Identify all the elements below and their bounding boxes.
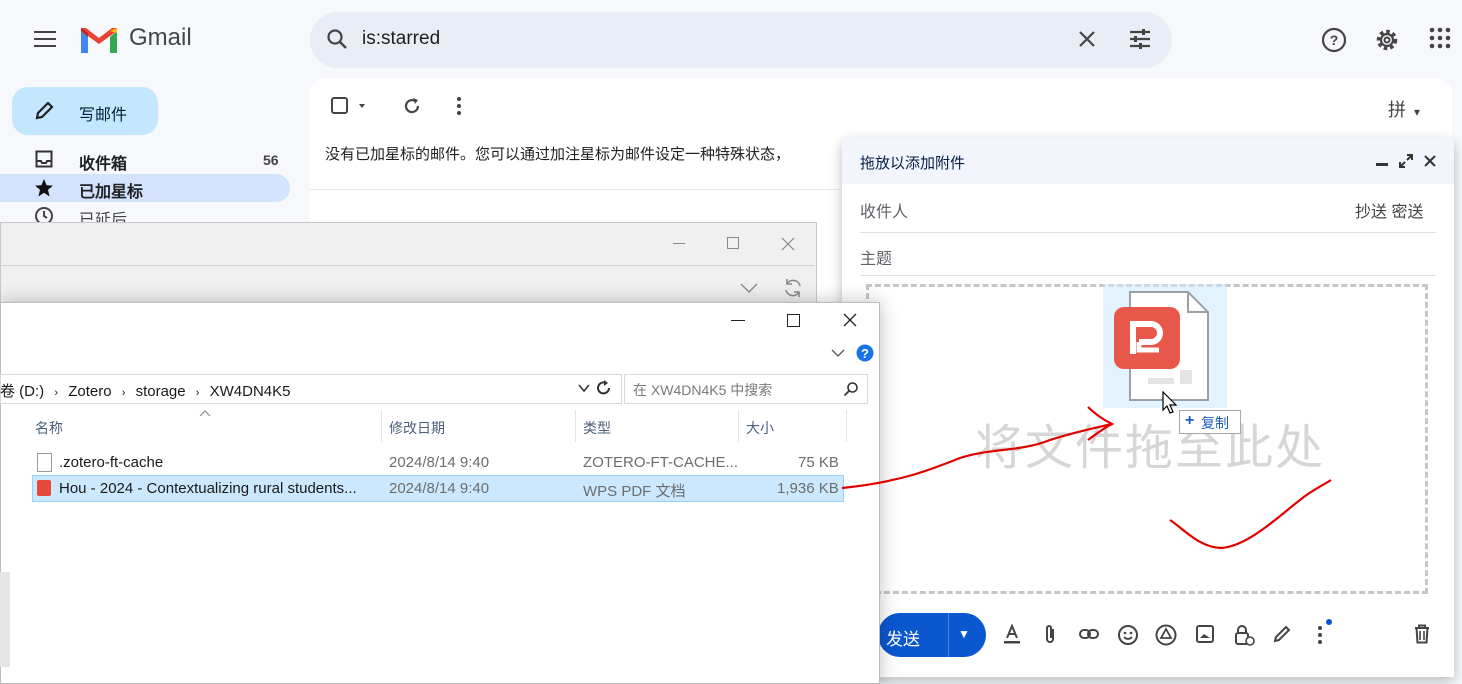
trash-icon[interactable] [1413,624,1431,644]
help-icon[interactable]: ? [1321,27,1347,53]
refresh-icon[interactable] [402,96,422,116]
dropzone-label: 将文件拖至此处 [975,422,1326,475]
search-options-icon[interactable] [1128,27,1152,51]
help-icon[interactable]: ? [856,344,874,362]
divider [860,232,1436,233]
minimize-icon[interactable] [673,243,685,244]
close-icon[interactable] [781,237,795,251]
attach-icon[interactable] [1042,624,1058,646]
link-icon[interactable] [1078,624,1100,644]
confidential-mode-icon[interactable] [1233,624,1255,646]
gmail-logo [81,28,117,53]
minimize-icon[interactable] [731,320,745,321]
breadcrumb-separator-icon: › [195,387,200,399]
divider [860,275,1436,276]
breadcrumb-separator-icon: › [121,387,126,399]
to-field-label[interactable]: 收件人 [860,198,908,222]
breadcrumb-separator-icon: › [54,387,59,399]
search-placeholder: 在 XW4DN4K5 中搜索 [633,382,773,398]
compose-label: 写邮件 [79,107,128,124]
svg-text:?: ? [861,346,869,361]
signature-icon[interactable] [1272,624,1292,644]
input-method-indicator[interactable]: 拼 ▾ [1388,96,1420,122]
search-icon[interactable] [843,381,859,397]
divider [738,410,739,442]
divider [0,265,815,266]
more-options-icon[interactable] [1313,618,1333,646]
refresh-icon[interactable] [782,276,804,300]
file-name[interactable]: .zotero-ft-cache [59,454,163,471]
wps-pdf-icon [1114,307,1180,369]
select-checkbox-icon[interactable] [331,96,369,116]
settings-icon[interactable] [1374,27,1400,53]
unread-count: 56 [263,152,279,168]
more-options-icon[interactable] [452,96,466,116]
compose-title: 拖放以添加附件 [860,155,966,172]
scrollbar[interactable] [0,572,10,667]
fullscreen-icon[interactable] [1398,153,1414,169]
pencil-icon [35,101,54,120]
breadcrumb-zotero[interactable]: Zotero [68,383,111,400]
breadcrumb[interactable]: 卷 (D:) › Zotero › storage › XW4DN4K5 [0,380,290,401]
apps-icon[interactable] [1429,27,1451,49]
file-date: 2024/8/14 9:40 [389,480,490,497]
sidebar-item-label: 已加星标 [79,184,144,201]
send-options-icon[interactable]: ▼ [958,627,970,641]
photo-icon[interactable] [1195,624,1215,644]
file-type: ZOTERO-FT-CACHE... [583,454,738,471]
svg-text:?: ? [1330,32,1339,48]
breadcrumb-storage[interactable]: storage [136,383,186,400]
file-size: 1,936 KB [777,480,839,497]
cc-bcc-link[interactable]: 抄送 密送 [1355,198,1423,222]
divider [575,410,576,442]
star-icon [35,179,53,197]
input-method-label: 拼 [1388,100,1406,120]
subject-field[interactable]: 主题 [860,245,892,269]
file-icon [37,453,52,472]
main-menu-icon[interactable] [34,31,56,47]
gmail-brand[interactable]: Gmail [129,24,192,52]
column-header-name[interactable]: 名称 [35,418,63,438]
emoji-icon[interactable] [1117,624,1139,646]
send-label: 发送 [886,630,920,649]
close-icon[interactable] [843,313,857,327]
file-size: 75 KB [798,454,839,471]
close-compose-icon[interactable] [1423,154,1437,168]
ribbon-expand-icon[interactable] [831,348,845,358]
divider [310,189,840,190]
divider [948,613,949,657]
search-input[interactable]: is:starred [362,28,440,50]
clear-search-icon[interactable] [1076,28,1098,50]
breadcrumb-drive[interactable]: 卷 (D:) [0,383,44,400]
divider [381,410,382,442]
chevron-down-icon: ▾ [1414,105,1421,119]
divider [846,410,847,442]
empty-starred-message: 没有已加星标的邮件。您可以通过加注星标为邮件设定一种特殊状态， [325,146,791,163]
sort-ascending-icon [199,410,211,417]
chevron-down-icon[interactable] [739,282,759,294]
file-date: 2024/8/14 9:40 [389,454,490,471]
refresh-icon[interactable] [596,379,612,397]
history-dropdown-icon[interactable] [578,383,590,393]
drive-icon[interactable] [1155,624,1177,646]
sidebar-item-label: 收件箱 [79,156,128,173]
formatting-icon[interactable] [1002,624,1022,644]
pdf-file-icon [37,480,51,496]
column-header-size[interactable]: 大小 [746,418,774,438]
copy-label: 复制 [1201,415,1229,431]
breadcrumb-folder[interactable]: XW4DN4K5 [210,383,291,400]
copy-tooltip: + 复制 [1179,410,1241,434]
file-type: WPS PDF 文档 [583,483,686,500]
column-header-type[interactable]: 类型 [583,418,611,438]
explorer-window-background [0,222,817,314]
maximize-icon[interactable] [787,314,800,327]
cursor-icon [1162,391,1178,414]
search-icon[interactable] [326,28,348,50]
inbox-icon [35,150,53,168]
column-header-date[interactable]: 修改日期 [389,418,445,438]
file-name[interactable]: Hou - 2024 - Contextualizing rural stude… [59,480,357,497]
minimize-icon[interactable] [1376,163,1388,166]
plus-icon: + [1185,412,1195,429]
maximize-icon[interactable] [727,237,739,249]
